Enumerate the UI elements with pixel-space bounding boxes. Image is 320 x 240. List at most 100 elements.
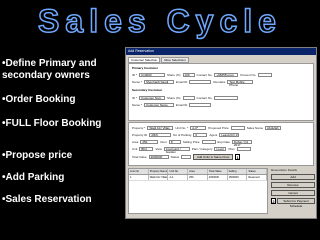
- unit2-field[interactable]: Bhd: [139, 146, 154, 151]
- view-label: View: [155, 146, 162, 151]
- grid-cell: Reserved: [247, 175, 268, 180]
- parking-label: No of Parking: [173, 132, 192, 137]
- unit-label: Unit No. *: [175, 125, 189, 130]
- share-label: Share (%): [167, 72, 181, 77]
- grid-cell: 250: [188, 175, 208, 180]
- exp-date-label: Exp Date: [217, 139, 230, 144]
- property-row-2: Property ID 4/6/6 No of Parking 0 Agent …: [132, 132, 240, 137]
- sales-name-field[interactable]: Abdullah: [265, 125, 282, 130]
- property-id-label: Property ID: [132, 132, 148, 137]
- sec-share-field[interactable]: [182, 95, 195, 100]
- sec-share-label: Share (%): [167, 95, 181, 100]
- property-panel: Property * Wadi Azz Villas Unit No. * A-…: [128, 122, 314, 166]
- percent-label: Percent No.: [240, 72, 257, 77]
- add-button[interactable]: Add: [271, 174, 315, 180]
- bullet-item: •Sales Reservation: [2, 194, 92, 205]
- bullet-item: •Define Primary and secondary owners: [2, 58, 97, 81]
- bullet-item: •Add Parking: [2, 172, 65, 183]
- secondary-row-1: ID * Customer Num Share (%) Contact No.: [132, 95, 239, 100]
- email-field[interactable]: [189, 79, 212, 84]
- door-field[interactable]: 8: [168, 139, 181, 144]
- contact-field[interactable]: +96655xxxxx: [214, 72, 239, 77]
- name-label: Name *: [132, 79, 143, 84]
- primary-row-2: Name * Shenhardi Saudi Email ID Remarks …: [132, 79, 254, 86]
- grid-column-header: Selling: [228, 169, 248, 174]
- property-field[interactable]: Wadi Azz Villas: [147, 125, 174, 130]
- reservation-details-panel: Reservation Details Add Remove Cancel 2 …: [271, 168, 315, 214]
- callout-marker: 2: [271, 198, 276, 204]
- unit-field[interactable]: A-0*: [190, 125, 207, 130]
- plan-label: Plan: [228, 146, 235, 151]
- table-row[interactable]: 1 Wadi Azz Villas A-1 250 2000000 150000…: [129, 175, 268, 181]
- grid-column-header: Status: [247, 169, 268, 174]
- property-row-1: Property * Wadi Azz Villas Unit No. * A-…: [132, 125, 282, 130]
- category-label: Plan / Category: [191, 146, 213, 151]
- name-field[interactable]: Shenhardi Saudi: [144, 79, 175, 84]
- selling-price-label: Selling Price: [182, 139, 200, 144]
- secondary-row-2: Name * Customer Name Email ID: [132, 102, 212, 107]
- primary-row-1: ID * C10000 Share (%) 100 Contact No. +9…: [132, 72, 273, 77]
- grid-cell: A-1: [168, 175, 189, 180]
- cancel-button[interactable]: Cancel: [271, 190, 315, 196]
- reservation-details-heading: Reservation Details: [271, 168, 298, 172]
- agent-field[interactable]: Leasis(Cl) 1/: [219, 132, 240, 137]
- percent-field[interactable]: [258, 72, 273, 77]
- grid-cell: 1: [129, 175, 149, 180]
- customer-panel: Primary Customer ID * C10000 Share (%) 1…: [128, 63, 314, 121]
- submit-payment-schedule-button[interactable]: Submit to Payment Schedule: [277, 198, 315, 208]
- sec-contact-label: Contact No.: [196, 95, 213, 100]
- plan-field[interactable]: [236, 146, 251, 151]
- sec-name-field[interactable]: Customer Name: [144, 102, 175, 107]
- area-field[interactable]: 250: [140, 139, 159, 144]
- remarks-field[interactable]: Test Mobile Phone: [227, 79, 254, 86]
- grid-cell: 2000000: [208, 175, 228, 180]
- area-label: Area: [132, 139, 139, 144]
- sec-contact-field[interactable]: [214, 95, 239, 100]
- exp-date-field[interactable]: Dubai / Q1 2017: [231, 139, 252, 146]
- status-label: Status: [170, 154, 180, 159]
- sec-id-label: ID *: [132, 95, 138, 100]
- submit-row: 2 Submit to Payment Schedule: [271, 198, 315, 208]
- property-row-3: Area 250 Door 8 Selling Price Exp Date D…: [132, 139, 252, 146]
- grid-cell: 1500000: [228, 175, 248, 180]
- units-grid: Line No Property Name Unit No Area Total…: [128, 168, 268, 214]
- remove-button[interactable]: Remove: [271, 182, 315, 188]
- sec-email-field[interactable]: [189, 102, 212, 107]
- proposed-price-label: Proposed Price: [208, 125, 229, 130]
- bullet-item: •FULL Floor Booking: [2, 118, 102, 129]
- remarks-label: Remarks: [213, 79, 226, 84]
- callout-marker: 1: [235, 153, 241, 160]
- selling-price-field[interactable]: [201, 139, 216, 144]
- window-title-bar: Add Reservation: [126, 48, 316, 55]
- proposed-price-field[interactable]: [230, 125, 245, 130]
- grid-column-header: Total Value: [208, 169, 228, 174]
- total-value-field[interactable]: 2000000: [148, 154, 169, 159]
- grid-column-header: Area: [188, 169, 208, 174]
- sec-id-field[interactable]: Customer Num: [139, 95, 166, 100]
- grid-column-header: Unit No: [168, 169, 189, 174]
- door-label: Door: [160, 139, 167, 144]
- slide-title-text: Sales Cycle: [38, 3, 282, 39]
- property-id-field[interactable]: 4/6/6: [149, 132, 172, 137]
- primary-customer-heading: Primary Customer: [132, 66, 159, 70]
- share-field[interactable]: 100: [182, 72, 195, 77]
- sales-name-label: Sales Name: [246, 125, 264, 130]
- contact-label: Contact No.: [196, 72, 213, 77]
- id-field[interactable]: C10000: [139, 72, 166, 77]
- parking-field[interactable]: 0: [193, 132, 208, 137]
- property-row-5: Total Value 2000000 Status Add Units in …: [132, 153, 241, 160]
- status-field[interactable]: [181, 154, 192, 159]
- category-field[interactable]: Level: [214, 146, 227, 151]
- unit2-label: Unit: [132, 146, 138, 151]
- sec-name-label: Name *: [132, 102, 143, 107]
- id-label: ID *: [132, 72, 138, 77]
- property-label: Property *: [132, 125, 146, 130]
- secondary-customer-heading: Secondary Customer: [132, 88, 163, 92]
- reservation-window-screenshot: Add Reservation Customer Selection More …: [125, 47, 317, 219]
- add-units-same-floor-button[interactable]: Add Units in Same Floor: [193, 153, 234, 160]
- grid-column-header: Line No: [129, 169, 149, 174]
- total-value-label: Total Value: [132, 154, 147, 159]
- agent-label: Agent: [209, 132, 218, 137]
- view-field[interactable]: Courtyard / Garden: [163, 146, 190, 153]
- grid-cell: Wadi Azz Villas: [149, 175, 169, 180]
